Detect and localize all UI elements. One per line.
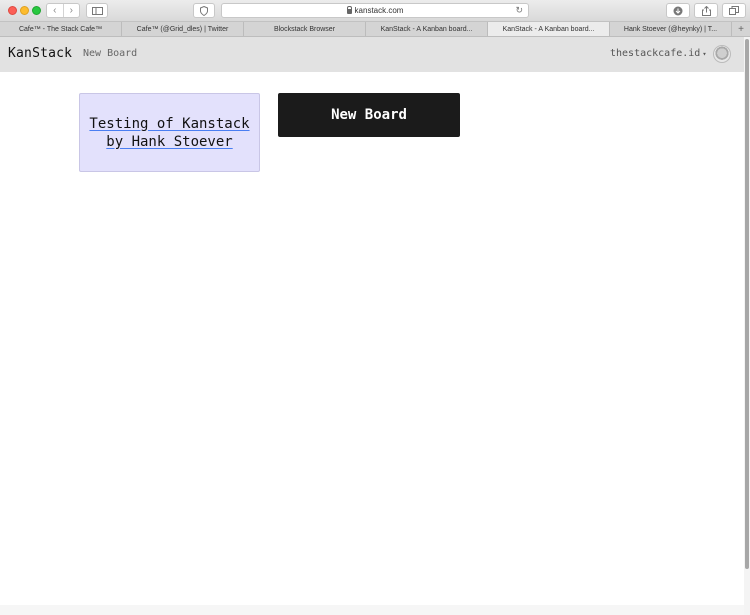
- chevron-right-icon[interactable]: ›: [62, 4, 80, 17]
- tab-label: Hank Stoever (@heynky) | T...: [623, 25, 718, 33]
- board-card[interactable]: Testing of Kanstack by Hank Stoever: [79, 93, 260, 172]
- tab-label: KanStack - A Kanban board...: [502, 25, 595, 33]
- board-title-link[interactable]: Testing of Kanstack by Hank Stoever: [88, 115, 251, 151]
- tab-overview-icon[interactable]: [722, 3, 746, 18]
- minimize-window-button[interactable]: [20, 6, 29, 15]
- app-header: KanStack New Board thestackcafe.id ▾: [0, 37, 744, 72]
- browser-tab[interactable]: Hank Stoever (@heynky) | T...: [610, 22, 732, 36]
- nav-new-board-link[interactable]: New Board: [83, 48, 137, 59]
- download-icon[interactable]: [666, 3, 690, 18]
- url-text: kanstack.com: [354, 6, 404, 15]
- user-menu[interactable]: thestackcafe.id ▾: [610, 48, 707, 59]
- tab-bar: Cafe™ - The Stack Cafe™ Cafe™ (@Grid_dle…: [0, 21, 750, 37]
- browser-tab[interactable]: Blockstack Browser: [244, 22, 366, 36]
- lock-icon: [346, 6, 353, 14]
- tab-label: Blockstack Browser: [273, 25, 336, 33]
- browser-toolbar: ‹ › kanstack.com ↻: [0, 0, 750, 21]
- page-scrollbar[interactable]: [744, 37, 750, 615]
- window-bottom-edge: [0, 605, 744, 615]
- user-name: thestackcafe.id: [610, 48, 701, 59]
- reload-icon[interactable]: ↻: [515, 5, 523, 16]
- privacy-report-icon[interactable]: [193, 3, 215, 18]
- chevron-left-icon[interactable]: ‹: [47, 4, 63, 17]
- browser-tab[interactable]: Cafe™ - The Stack Cafe™: [0, 22, 122, 36]
- avatar-icon[interactable]: [713, 45, 731, 63]
- browser-tab[interactable]: Cafe™ (@Grid_dles) | Twitter: [122, 22, 244, 36]
- zoom-window-button[interactable]: [32, 6, 41, 15]
- brand-logo[interactable]: KanStack: [8, 46, 72, 61]
- sidebar-icon[interactable]: [86, 3, 108, 18]
- tab-label: KanStack - A Kanban board...: [380, 25, 473, 33]
- browser-tab[interactable]: KanStack - A Kanban board...: [366, 22, 488, 36]
- new-board-button[interactable]: New Board: [278, 93, 460, 137]
- history-nav: ‹ ›: [46, 3, 80, 18]
- tab-label: Cafe™ (@Grid_dles) | Twitter: [136, 25, 229, 33]
- tab-label: Cafe™ - The Stack Cafe™: [18, 25, 103, 33]
- plus-icon[interactable]: +: [732, 22, 750, 36]
- browser-tab-active[interactable]: KanStack - A Kanban board...: [488, 22, 610, 36]
- caret-down-icon: ▾: [702, 49, 707, 58]
- address-bar[interactable]: kanstack.com ↻: [221, 3, 529, 18]
- scrollbar-thumb[interactable]: [745, 39, 749, 569]
- close-window-button[interactable]: [8, 6, 17, 15]
- share-icon[interactable]: [694, 3, 718, 18]
